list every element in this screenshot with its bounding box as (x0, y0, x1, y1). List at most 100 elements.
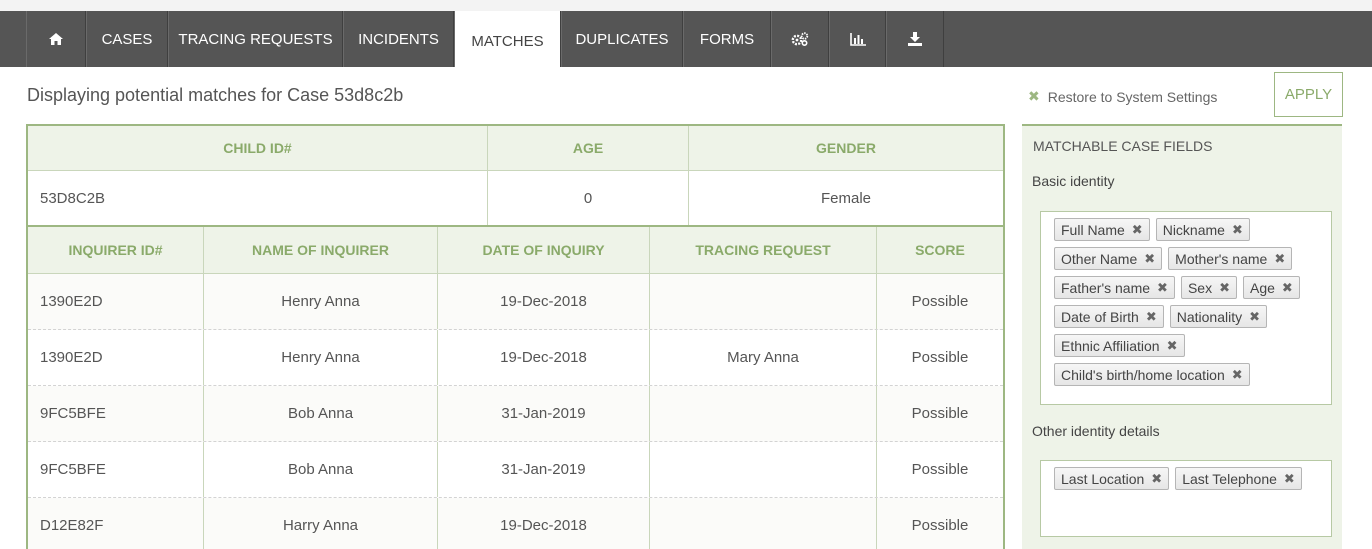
column-header: TRACING REQUEST (650, 227, 877, 273)
nav-tab-label: MATCHES (471, 32, 544, 50)
table-row[interactable]: 9FC5BFE Bob Anna 31-Jan-2019 Possible (28, 386, 1003, 442)
tracing-request-cell (650, 442, 877, 497)
inquirer-id-cell: 9FC5BFE (28, 386, 204, 441)
inquirer-id-cell: D12E82F (28, 498, 204, 549)
tag-label: Date of Birth (1061, 308, 1139, 325)
inquirer-id-cell: 1390E2D (28, 330, 204, 385)
remove-icon[interactable]: ✖ (1249, 309, 1260, 325)
remove-icon[interactable]: ✖ (1132, 222, 1143, 238)
panel-title: MATCHABLE CASE FIELDS (1033, 138, 1213, 154)
tag-label: Mother's name (1175, 250, 1268, 267)
home-icon (49, 33, 63, 45)
tag-nickname: Nickname ✖ (1155, 218, 1250, 241)
table-row[interactable]: 1390E2D Henry Anna 19-Dec-2018 Possible (28, 274, 1003, 330)
tag-date-of-birth: Date of Birth ✖ (1054, 305, 1164, 328)
case-row: 53D8C2B 0 Female (28, 171, 1003, 227)
inquirer-name-cell: Bob Anna (204, 386, 438, 441)
remove-icon[interactable]: ✖ (1274, 251, 1285, 267)
tag-label: Father's name (1061, 279, 1151, 296)
tag-label: Other Name (1061, 250, 1138, 267)
inquiry-date-cell: 19-Dec-2018 (438, 330, 650, 385)
tag-label: Last Telephone (1182, 470, 1277, 487)
remove-icon[interactable]: ✖ (1232, 367, 1243, 383)
remove-icon[interactable]: ✖ (1151, 471, 1162, 487)
inquiry-date-cell: 19-Dec-2018 (438, 498, 650, 549)
remove-icon[interactable]: ✖ (1232, 222, 1243, 238)
gears-icon (791, 32, 809, 46)
tag-label: Sex (1187, 279, 1213, 296)
nav-tab-home[interactable] (26, 11, 86, 67)
nav-tab-label: TRACING REQUESTS (178, 30, 333, 48)
matches-header-row: INQUIRER ID# NAME OF INQUIRER DATE OF IN… (28, 227, 1003, 274)
restore-label: Restore to System Settings (1047, 88, 1218, 105)
page-title: Displaying potential matches for Case 53… (27, 85, 404, 105)
tag-mothers-name: Mother's name ✖ (1168, 247, 1293, 270)
nav-tab-label: FORMS (699, 30, 755, 48)
gender-cell: Female (820, 189, 872, 207)
inquirer-name-cell: Bob Anna (204, 442, 438, 497)
nav-tab-tracing-requests[interactable]: TRACING REQUESTS (168, 11, 343, 67)
inquirer-name-cell: Harry Anna (204, 498, 438, 549)
column-header: DATE OF INQUIRY (438, 227, 650, 273)
remove-icon[interactable]: ✖ (1282, 280, 1293, 296)
column-header: SCORE (877, 227, 1003, 273)
close-icon: ✖ (1028, 88, 1040, 104)
inquiry-date-cell: 31-Jan-2019 (438, 386, 650, 441)
table-row[interactable]: 1390E2D Henry Anna 19-Dec-2018 Mary Anna… (28, 330, 1003, 386)
score-cell: Possible (911, 293, 969, 310)
nav-tab-reports[interactable] (829, 11, 886, 67)
matches-table: CHILD ID# AGE GENDER 53D8C2B 0 Female IN… (26, 124, 1005, 549)
tag-last-location: Last Location ✖ (1054, 467, 1170, 490)
case-header-row: CHILD ID# AGE GENDER (28, 126, 1003, 171)
main-navbar: CASES TRACING REQUESTS INCIDENTS MATCHES… (0, 11, 1372, 67)
column-header: NAME OF INQUIRER (204, 227, 438, 273)
nav-tab-incidents[interactable]: INCIDENTS (343, 11, 454, 67)
nav-tab-duplicates[interactable]: DUPLICATES (561, 11, 683, 67)
nav-tab-forms[interactable]: FORMS (683, 11, 771, 67)
inquirer-name-cell: Henry Anna (204, 330, 438, 385)
settings-toolbar: ✖ Restore to System Settings APPLY (1022, 72, 1343, 122)
column-header: INQUIRER ID# (28, 227, 204, 273)
tag-label: Nickname (1162, 221, 1225, 238)
apply-button[interactable]: APPLY (1274, 72, 1343, 117)
nav-tab-label: CASES (101, 30, 153, 48)
inquirer-name-cell: Henry Anna (204, 274, 438, 329)
tag-last-telephone: Last Telephone ✖ (1175, 467, 1302, 490)
nav-tab-matches[interactable]: MATCHES (454, 11, 561, 67)
score-cell: Possible (911, 405, 969, 422)
nav-tab-settings[interactable] (771, 11, 829, 67)
score-cell: Possible (911, 461, 969, 478)
tag-label: Full Name (1061, 221, 1125, 238)
column-header: GENDER (689, 126, 1003, 170)
remove-icon[interactable]: ✖ (1219, 280, 1230, 296)
table-row[interactable]: 9FC5BFE Bob Anna 31-Jan-2019 Possible (28, 442, 1003, 498)
remove-icon[interactable]: ✖ (1144, 251, 1155, 267)
remove-icon[interactable]: ✖ (1167, 338, 1178, 354)
tracing-request-cell: Mary Anna (650, 330, 877, 385)
nav-tab-cases[interactable]: CASES (86, 11, 168, 67)
column-header: CHILD ID# (28, 126, 488, 170)
nav-tabs: CASES TRACING REQUESTS INCIDENTS MATCHES… (26, 11, 944, 67)
matches-body: 1390E2D Henry Anna 19-Dec-2018 Possible … (28, 274, 1003, 549)
score-cell: Possible (911, 517, 969, 534)
tag-label: Nationality (1176, 308, 1243, 325)
inquiry-date-cell: 19-Dec-2018 (438, 274, 650, 329)
tag-full-name: Full Name ✖ (1054, 218, 1150, 241)
column-header: AGE (488, 126, 689, 170)
restore-settings-link[interactable]: ✖ Restore to System Settings (1028, 88, 1217, 105)
nav-tab-label: INCIDENTS (358, 30, 439, 48)
inquiry-date-cell: 31-Jan-2019 (438, 442, 650, 497)
child-id-cell: 53D8C2B (28, 171, 488, 225)
other-identity-tags[interactable]: Last Location ✖ Last Telephone ✖ (1040, 460, 1332, 537)
download-icon (908, 32, 922, 46)
nav-tab-export[interactable] (886, 11, 944, 67)
inquirer-id-cell: 1390E2D (28, 274, 204, 329)
basic-identity-tags[interactable]: Full Name ✖ Nickname ✖ Other Name ✖ Mother'… (1040, 211, 1332, 405)
table-row[interactable]: D12E82F Harry Anna 19-Dec-2018 Possible (28, 498, 1003, 549)
remove-icon[interactable]: ✖ (1284, 471, 1295, 487)
matchable-fields-panel: MATCHABLE CASE FIELDS Basic identity Ful… (1022, 124, 1342, 549)
basic-identity-label: Basic identity (1032, 173, 1115, 189)
remove-icon[interactable]: ✖ (1157, 280, 1168, 296)
remove-icon[interactable]: ✖ (1146, 309, 1157, 325)
tag-label: Ethnic Affiliation (1061, 337, 1160, 354)
